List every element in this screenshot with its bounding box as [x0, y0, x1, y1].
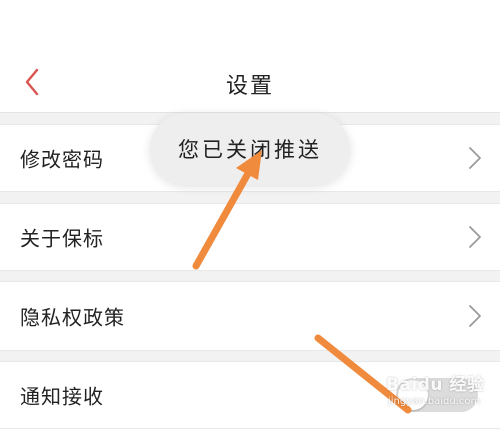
settings-item-label: 修改密码 [20, 147, 104, 172]
settings-item-privacy-policy[interactable]: 隐私权政策 [0, 281, 500, 351]
settings-item-label: 通知接收 [20, 384, 104, 409]
notification-toggle[interactable] [396, 378, 478, 412]
settings-item-notifications: 通知接收 [0, 361, 500, 429]
settings-item-label: 关于保标 [20, 226, 104, 251]
settings-item-label: 隐私权政策 [20, 305, 125, 330]
chevron-right-icon [469, 147, 481, 169]
toast-message: 您已关闭推送 [150, 113, 350, 185]
settings-item-about[interactable]: 关于保标 [0, 203, 500, 271]
page-title: 设置 [225, 74, 274, 99]
chevron-right-icon [469, 305, 481, 327]
toggle-knob [398, 380, 428, 410]
chevron-right-icon [469, 226, 481, 248]
top-bar: 设置 [0, 0, 500, 113]
